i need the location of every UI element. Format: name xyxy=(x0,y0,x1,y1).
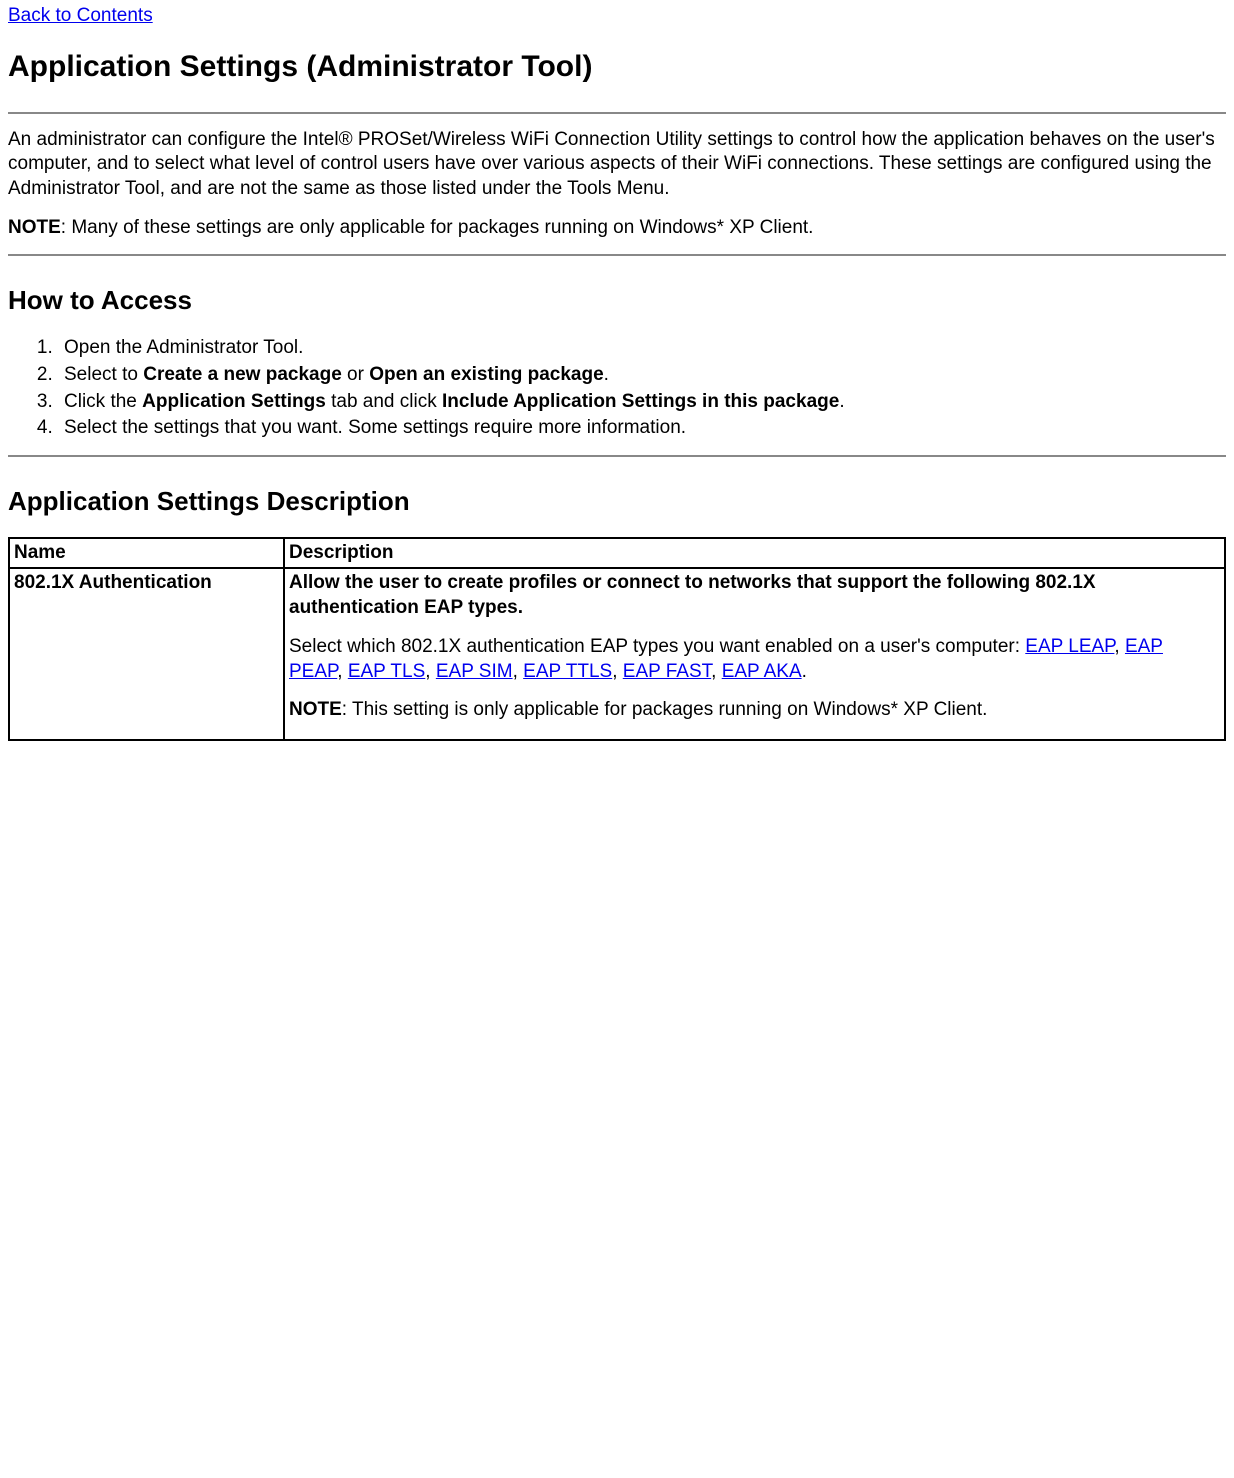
table-cell-name: 802.1X Authentication xyxy=(9,568,284,739)
table-row: 802.1X Authentication Allow the user to … xyxy=(9,568,1225,739)
access-steps-list: Open the Administrator Tool. Select to C… xyxy=(8,336,1226,441)
divider xyxy=(8,254,1226,256)
step-bold: Open an existing package xyxy=(369,364,603,385)
note-label: NOTE xyxy=(289,699,342,720)
eap-leap-link[interactable]: EAP LEAP xyxy=(1025,636,1114,657)
eap-fast-link[interactable]: EAP FAST xyxy=(623,661,711,682)
step-bold: Include Application Settings in this pac… xyxy=(442,391,839,412)
list-item: Select to Create a new package or Open a… xyxy=(58,363,1226,388)
sep: , xyxy=(425,661,436,682)
divider xyxy=(8,112,1226,114)
period: . xyxy=(802,661,807,682)
sep: , xyxy=(711,661,722,682)
note-paragraph: NOTE: Many of these settings are only ap… xyxy=(8,216,1226,241)
step-text: . xyxy=(839,391,844,412)
desc-bold-intro: Allow the user to create profiles or con… xyxy=(289,571,1220,620)
section-heading-description: Application Settings Description xyxy=(8,485,1226,519)
sep: , xyxy=(1114,636,1125,657)
back-to-contents-link[interactable]: Back to Contents xyxy=(8,5,153,26)
table-header-name: Name xyxy=(9,538,284,569)
step-bold: Create a new package xyxy=(143,364,342,385)
list-item: Open the Administrator Tool. xyxy=(58,336,1226,361)
eap-tls-link[interactable]: EAP TLS xyxy=(348,661,425,682)
eap-aka-link[interactable]: EAP AKA xyxy=(722,661,802,682)
note-label: NOTE xyxy=(8,217,61,238)
step-text: Click the xyxy=(64,391,142,412)
table-cell-description: Allow the user to create profiles or con… xyxy=(284,568,1225,739)
desc-paragraph: Select which 802.1X authentication EAP t… xyxy=(289,635,1220,684)
note-text: : Many of these settings are only applic… xyxy=(61,217,814,238)
list-item: Click the Application Settings tab and c… xyxy=(58,390,1226,415)
list-item: Select the settings that you want. Some … xyxy=(58,416,1226,441)
step-text: . xyxy=(604,364,609,385)
page-title: Application Settings (Administrator Tool… xyxy=(8,47,1226,86)
eap-sim-link[interactable]: EAP SIM xyxy=(436,661,513,682)
table-header-description: Description xyxy=(284,538,1225,569)
step-text: or xyxy=(342,364,369,385)
sep: , xyxy=(513,661,524,682)
intro-paragraph: An administrator can configure the Intel… xyxy=(8,128,1226,202)
table-header-row: Name Description xyxy=(9,538,1225,569)
desc-text: Select which 802.1X authentication EAP t… xyxy=(289,636,1025,657)
settings-table: Name Description 802.1X Authentication A… xyxy=(8,537,1226,741)
step-text: tab and click xyxy=(326,391,442,412)
sep: , xyxy=(337,661,348,682)
note-text: : This setting is only applicable for pa… xyxy=(342,699,988,720)
divider xyxy=(8,455,1226,457)
desc-note: NOTE: This setting is only applicable fo… xyxy=(289,698,1220,723)
section-heading-access: How to Access xyxy=(8,284,1226,318)
step-text: Select to xyxy=(64,364,143,385)
eap-ttls-link[interactable]: EAP TTLS xyxy=(523,661,612,682)
sep: , xyxy=(612,661,623,682)
step-bold: Application Settings xyxy=(142,391,326,412)
